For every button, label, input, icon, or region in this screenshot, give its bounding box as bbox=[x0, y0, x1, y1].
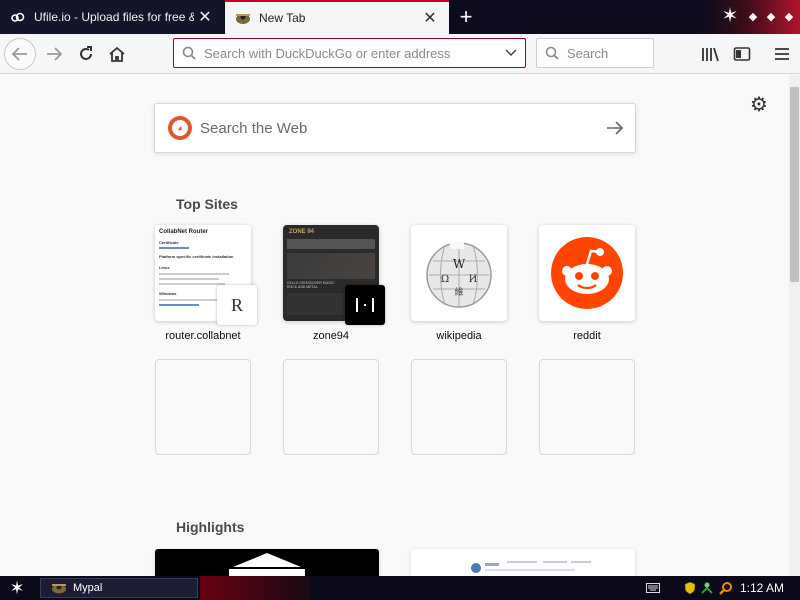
top-site-zone94[interactable]: ZONE 94 CELLO CROSSOVER MUSIC · ROCK AND… bbox=[283, 225, 385, 342]
url-input[interactable] bbox=[204, 45, 497, 61]
chevron-down-icon[interactable] bbox=[497, 49, 525, 57]
top-site-label: zone94 bbox=[312, 330, 350, 342]
home-icon bbox=[109, 46, 125, 62]
search-icon bbox=[174, 46, 204, 60]
highlight-preview-image bbox=[229, 553, 305, 576]
keyboard-icon[interactable] bbox=[645, 580, 661, 596]
empty-top-site-slot[interactable] bbox=[155, 359, 251, 455]
arrow-right-icon[interactable] bbox=[595, 121, 635, 135]
thumb-text-line bbox=[159, 278, 219, 280]
forward-arrow-icon bbox=[47, 47, 62, 61]
highlight-card[interactable] bbox=[411, 549, 635, 576]
tab-strip: Ufile.io - Upload files for free & sh ✕ … bbox=[0, 0, 800, 34]
sidebar-icon bbox=[733, 47, 751, 61]
site-thumbnail bbox=[539, 225, 635, 321]
back-button[interactable] bbox=[4, 38, 36, 70]
thumb-line: Certificate bbox=[159, 240, 179, 245]
home-button[interactable] bbox=[101, 38, 133, 70]
sidebar-button[interactable] bbox=[726, 38, 758, 70]
search-icon bbox=[537, 46, 567, 60]
new-tab-page: ⚙ ◕ Top Sites CollabNet Router Certifica… bbox=[0, 75, 789, 576]
new-tab-plus-icon[interactable]: + bbox=[452, 4, 480, 30]
thumb-banner: ZONE 94 bbox=[289, 229, 315, 235]
window-close-icon[interactable]: ◆ bbox=[782, 9, 796, 23]
top-site-wikipedia[interactable]: W Ω И 維 wikipedia bbox=[411, 225, 507, 342]
minimize-icon[interactable]: ◆ bbox=[746, 9, 760, 23]
top-site-reddit[interactable]: reddit bbox=[539, 225, 635, 342]
reload-button[interactable] bbox=[70, 38, 102, 70]
thumb-hero bbox=[287, 253, 375, 279]
empty-top-site-slot[interactable] bbox=[283, 359, 379, 455]
web-search-box[interactable]: ◕ bbox=[154, 103, 636, 153]
thumb-text-line bbox=[159, 273, 229, 275]
tab-title: Ufile.io - Upload files for free & sh bbox=[34, 10, 194, 24]
mypal-app-icon bbox=[51, 581, 67, 595]
thumb-text-line bbox=[159, 283, 225, 285]
close-tab-icon[interactable]: ✕ bbox=[419, 7, 441, 29]
security-shield-icon[interactable] bbox=[682, 580, 698, 596]
tab-title: New Tab bbox=[259, 11, 306, 25]
star-logo-icon: ✶ bbox=[721, 4, 739, 27]
reddit-logo-icon bbox=[551, 237, 623, 309]
web-search-input[interactable] bbox=[200, 119, 595, 137]
zone94-favicon-icon bbox=[356, 298, 374, 312]
reload-icon bbox=[80, 46, 92, 60]
url-bar[interactable] bbox=[173, 38, 526, 68]
top-site-label: router.collabnet bbox=[165, 330, 241, 342]
top-site-label: wikipedia bbox=[436, 330, 482, 342]
taskbar-window-mypal[interactable]: Mypal bbox=[40, 578, 198, 598]
back-arrow-icon bbox=[12, 47, 27, 61]
thumb-link-line bbox=[159, 304, 199, 306]
search-magnifier-icon[interactable] bbox=[718, 580, 734, 596]
menu-button[interactable] bbox=[766, 38, 798, 70]
maximize-icon[interactable]: ◆ bbox=[764, 9, 778, 23]
close-tab-icon[interactable]: ✕ bbox=[194, 6, 216, 28]
highlight-preview-image bbox=[471, 561, 591, 573]
taskbar: ✶ Mypal 1:12 AM bbox=[0, 576, 800, 600]
taskbar-item-label: Mypal bbox=[73, 582, 103, 594]
site-thumbnail: W Ω И 維 bbox=[411, 225, 507, 321]
gear-icon[interactable]: ⚙ bbox=[748, 93, 770, 116]
thumb-link-line bbox=[159, 247, 189, 249]
highlight-card[interactable] bbox=[155, 549, 379, 576]
site-favicon-badge bbox=[345, 285, 385, 325]
library-icon bbox=[702, 47, 719, 62]
empty-top-site-slot[interactable] bbox=[411, 359, 507, 455]
vertical-scrollbar[interactable] bbox=[789, 75, 800, 576]
new-tab-favicon bbox=[235, 10, 251, 26]
top-site-label: reddit bbox=[573, 330, 601, 342]
thumb-line: Linux bbox=[159, 265, 170, 270]
navigation-toolbar bbox=[0, 34, 800, 74]
wiki-glyph: Ω bbox=[441, 274, 449, 285]
thumb-text-line bbox=[159, 299, 219, 301]
thumb-heading: CollabNet Router bbox=[159, 229, 209, 235]
thumb-block bbox=[287, 293, 343, 315]
network-icon[interactable] bbox=[699, 580, 715, 596]
taskbar-clock[interactable]: 1:12 AM bbox=[740, 581, 784, 595]
wiki-glyph: И bbox=[469, 274, 478, 285]
tab-new-tab[interactable]: New Tab ✕ bbox=[225, 0, 449, 34]
library-button[interactable] bbox=[694, 38, 726, 70]
top-sites-heading: Top Sites bbox=[176, 196, 238, 212]
tab-ufile[interactable]: Ufile.io - Upload files for free & sh ✕ bbox=[0, 0, 224, 34]
hamburger-menu-icon bbox=[775, 48, 789, 60]
site-letter-badge: R bbox=[217, 285, 257, 325]
start-menu-star-icon[interactable]: ✶ bbox=[6, 578, 28, 598]
cloud-icon bbox=[10, 9, 26, 25]
empty-top-site-slot[interactable] bbox=[539, 359, 635, 455]
scrollbar-thumb[interactable] bbox=[790, 87, 799, 282]
duckduckgo-logo-icon: ◕ bbox=[168, 116, 192, 140]
search-bar[interactable] bbox=[536, 38, 654, 68]
highlights-heading: Highlights bbox=[176, 519, 245, 535]
top-site-router-collabnet[interactable]: CollabNet Router Certificate Platform sp… bbox=[155, 225, 257, 342]
search-input[interactable] bbox=[567, 45, 653, 61]
thumb-nav bbox=[287, 239, 375, 249]
wiki-glyph: W bbox=[453, 257, 466, 271]
taskbar-decoration bbox=[200, 576, 310, 600]
forward-button[interactable] bbox=[38, 38, 70, 70]
wikipedia-globe-icon: W Ω И 維 bbox=[426, 241, 492, 308]
thumb-line: Platform specific certificate installati… bbox=[159, 254, 234, 259]
thumb-caption: CELLO CROSSOVER MUSIC · ROCK AND METAL bbox=[287, 281, 337, 289]
wiki-glyph: 維 bbox=[454, 286, 463, 298]
